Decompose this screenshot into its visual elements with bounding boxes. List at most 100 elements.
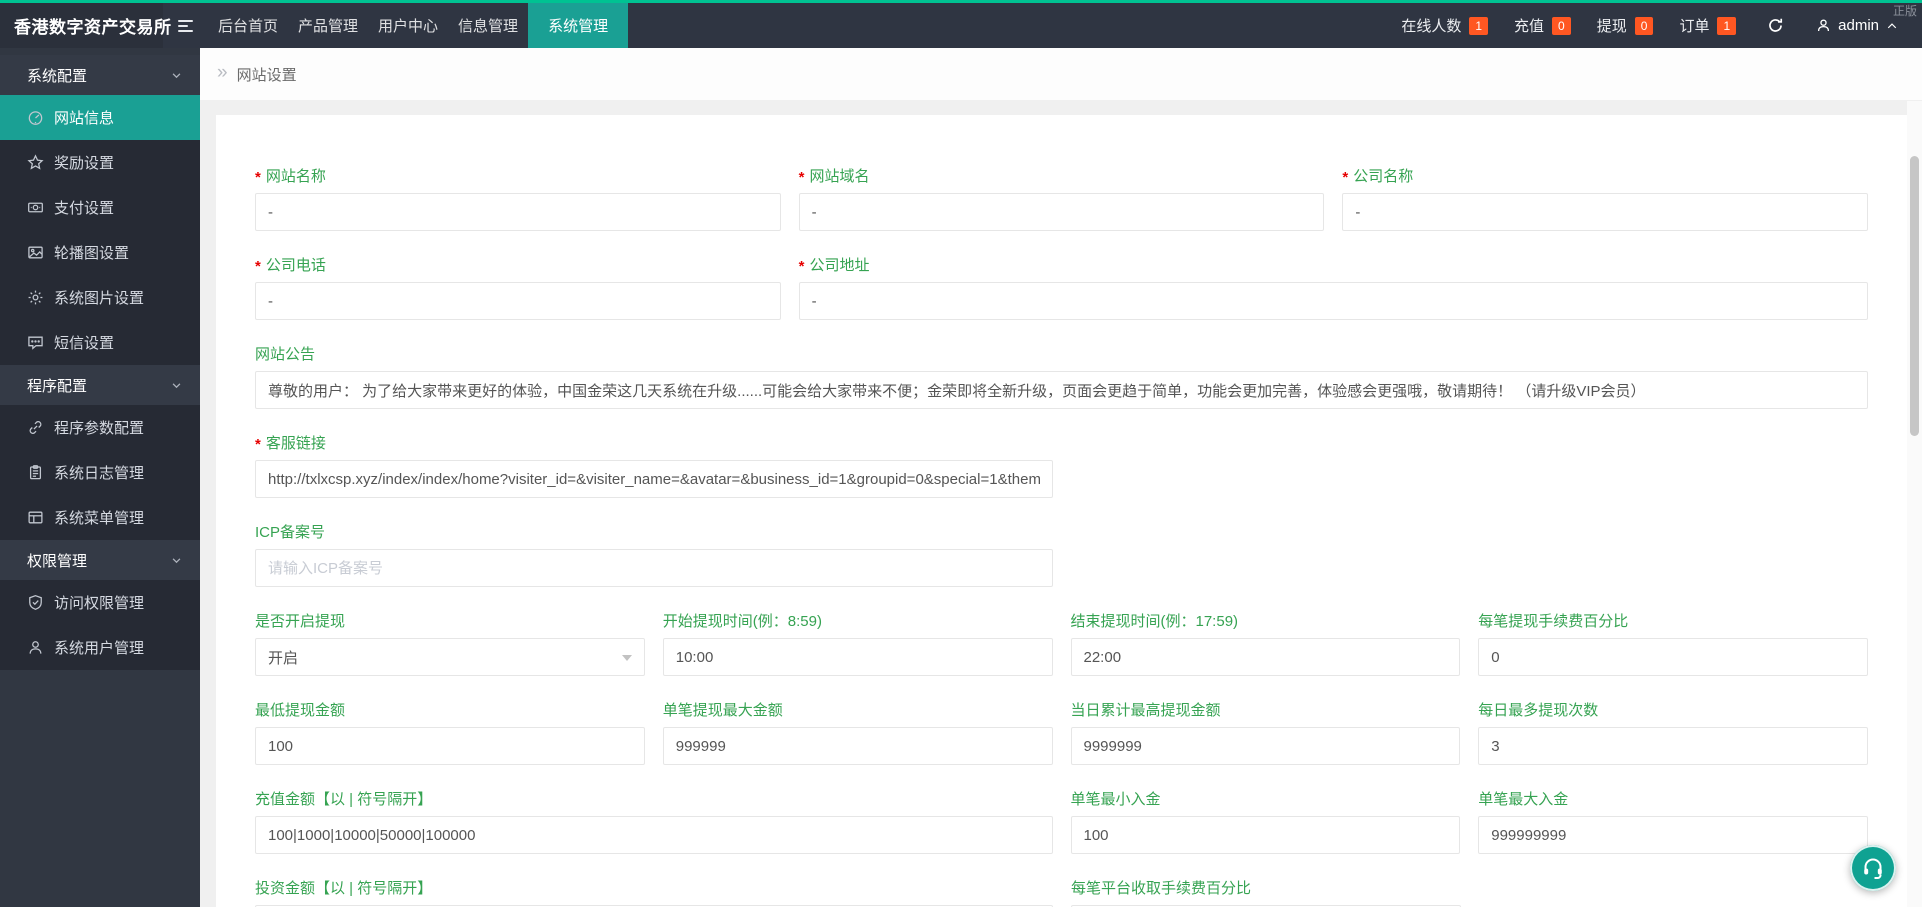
- sidebar-item-system-menus[interactable]: 系统菜单管理: [0, 495, 200, 540]
- sidebar-item-access-permissions[interactable]: 访问权限管理: [0, 580, 200, 625]
- company-phone-input[interactable]: [255, 282, 781, 320]
- sidebar-item-label: 系统日志管理: [54, 465, 145, 482]
- withdraw-start-time-input[interactable]: [662, 638, 1053, 676]
- scrollbar-thumb[interactable]: [1910, 156, 1919, 436]
- company-address-input[interactable]: [798, 282, 1868, 320]
- nav-item-2[interactable]: 产品管理: [288, 3, 368, 48]
- withdraw-enabled-select[interactable]: 开启: [255, 638, 645, 676]
- nav-item-5[interactable]: 系统管理: [528, 3, 629, 48]
- field-label-service-link: * 客服链接: [255, 432, 1053, 453]
- recharge-amounts-input[interactable]: [255, 816, 1053, 854]
- sidebar-item-site-info[interactable]: 网站信息: [0, 95, 200, 140]
- field-company-phone: * 公司电话: [255, 254, 781, 320]
- nav-item-1[interactable]: 后台首页: [208, 3, 288, 48]
- form-row: * 客服链接: [255, 432, 1868, 498]
- sidebar-item-label: 系统用户管理: [54, 640, 145, 657]
- genuine-watermark: 正版: [1892, 4, 1917, 18]
- sidebar-section-system-config[interactable]: 系统配置: [0, 55, 200, 95]
- stat-withdraw[interactable]: 提现 0: [1584, 3, 1667, 48]
- field-withdraw-fee-percent: 每笔提现手续费百分比: [1478, 610, 1868, 676]
- sms-icon: [27, 334, 44, 351]
- stat-online[interactable]: 在线人数 1: [1388, 3, 1501, 48]
- sidebar-item-label: 网站信息: [54, 110, 115, 127]
- label-text: 每笔提现手续费百分比: [1478, 612, 1629, 630]
- company-name-input[interactable]: [1342, 193, 1869, 231]
- menu-collapse-icon[interactable]: [163, 3, 208, 48]
- field-site-domain: * 网站域名: [798, 165, 1325, 231]
- sidebar-section-label: 系统配置: [27, 67, 88, 85]
- content-area: *网站名称*网站域名*公司名称*公司电话*公司地址网站公告*客服链接ICP备案号…: [200, 101, 1922, 907]
- withdraw-min-input[interactable]: [255, 727, 645, 765]
- sidebar-section-permission-management[interactable]: 权限管理: [0, 540, 200, 580]
- withdraw-daily-count-input[interactable]: [1478, 727, 1868, 765]
- sidebar-item-label: 系统菜单管理: [54, 510, 145, 527]
- scrollbar-track[interactable]: [1907, 101, 1922, 907]
- withdraw-daily-max-input[interactable]: [1070, 727, 1461, 765]
- shield-icon: [27, 594, 44, 611]
- field-label-site-name: * 网站名称: [255, 165, 781, 186]
- sidebar-item-sms-settings[interactable]: 短信设置: [0, 320, 200, 365]
- chevron-down-icon: [171, 555, 182, 566]
- nav-item-3[interactable]: 用户中心: [368, 3, 448, 48]
- label-text: 每日最多提现次数: [1478, 701, 1599, 719]
- form-row: ICP备案号: [255, 521, 1868, 587]
- sidebar-item-program-params[interactable]: 程序参数配置: [0, 405, 200, 450]
- sidebar-section-label: 权限管理: [27, 552, 88, 570]
- log-icon: [27, 464, 44, 481]
- field-label-withdraw-max-single: 单笔提现最大金额: [663, 699, 1053, 719]
- sidebar-item-system-image-settings[interactable]: 系统图片设置: [0, 275, 200, 320]
- stat-label-recharge: 充值: [1514, 18, 1545, 35]
- withdraw-max-single-input[interactable]: [662, 727, 1053, 765]
- field-label-company-address: * 公司地址: [799, 254, 1868, 275]
- label-text: 当日累计最高提现金额: [1070, 701, 1221, 719]
- label-text: 客服链接: [265, 434, 326, 452]
- header: 香港数字资产交易所 后台首页 产品管理 用户中心 信息管理 系统管理 在线人数 1 充值 0 提…: [0, 3, 1922, 48]
- deposit-min-input[interactable]: [1070, 816, 1461, 854]
- stat-recharge[interactable]: 充值 0: [1501, 3, 1584, 48]
- sidebar-item-payment-settings[interactable]: 支付设置: [0, 185, 200, 230]
- settings-form: *网站名称*网站域名*公司名称*公司电话*公司地址网站公告*客服链接ICP备案号…: [255, 165, 1869, 907]
- sidebar-section-program-config[interactable]: 程序配置: [0, 365, 200, 405]
- gear-icon: [27, 289, 44, 306]
- sidebar-item-system-logs[interactable]: 系统日志管理: [0, 450, 200, 495]
- headset-icon: [1861, 856, 1885, 880]
- stat-order[interactable]: 订单 1: [1666, 3, 1749, 48]
- deposit-max-input[interactable]: [1478, 816, 1868, 854]
- sidebar-item-reward-settings[interactable]: 奖励设置: [0, 140, 200, 185]
- refresh-icon: [1767, 17, 1784, 34]
- sidebar-item-system-users[interactable]: 系统用户管理: [0, 625, 200, 670]
- form-row: 是否开启提现开启开始提现时间(例：8:59)结束提现时间(例：17:59)每笔提…: [255, 610, 1868, 676]
- label-text: 公司名称: [1353, 167, 1414, 185]
- menu-icon: [27, 509, 44, 526]
- withdraw-fee-percent-input[interactable]: [1478, 638, 1868, 676]
- select-value: 开启: [268, 649, 299, 667]
- stat-badge-order: 1: [1717, 16, 1737, 35]
- refresh-button[interactable]: [1749, 3, 1802, 48]
- site-announcement-input[interactable]: [255, 371, 1868, 409]
- label-text: 充值金额【以 | 符号隔开】: [255, 790, 433, 808]
- link-icon: [27, 419, 44, 436]
- sidebar-item-label: 支付设置: [54, 200, 115, 217]
- sidebar-item-carousel-settings[interactable]: 轮播图设置: [0, 230, 200, 275]
- field-icp-number: ICP备案号: [255, 521, 1053, 587]
- field-invest-amounts: 投资金额【以 | 符号隔开】: [255, 877, 1053, 907]
- service-link-input[interactable]: [255, 460, 1053, 498]
- field-label-invest-amounts: 投资金额【以 | 符号隔开】: [255, 877, 1053, 897]
- icp-number-input[interactable]: [255, 549, 1053, 587]
- field-label-icp-number: ICP备案号: [255, 521, 1053, 541]
- customer-service-button[interactable]: [1850, 845, 1896, 891]
- site-domain-input[interactable]: [798, 193, 1325, 231]
- label-text: 单笔最大入金: [1478, 790, 1569, 808]
- label-text: 公司电话: [265, 256, 326, 274]
- field-label-site-domain: * 网站域名: [799, 165, 1325, 186]
- field-withdraw-daily-count: 每日最多提现次数: [1478, 699, 1868, 765]
- field-label-recharge-amounts: 充值金额【以 | 符号隔开】: [255, 788, 1053, 808]
- label-text: 公司地址: [809, 256, 870, 274]
- sidebar-menu: 系统配置网站信息奖励设置支付设置轮播图设置 系统图片设置 短信设置 程序配置 程序参数配…: [0, 48, 200, 907]
- breadcrumb-icon: »: [217, 62, 228, 83]
- form-row: *公司电话 *公司地址: [255, 254, 1868, 320]
- nav-item-4[interactable]: 信息管理: [448, 3, 528, 48]
- field-label-company-name: * 公司名称: [1342, 165, 1868, 186]
- site-name-input[interactable]: [255, 193, 781, 231]
- withdraw-end-time-input[interactable]: [1070, 638, 1461, 676]
